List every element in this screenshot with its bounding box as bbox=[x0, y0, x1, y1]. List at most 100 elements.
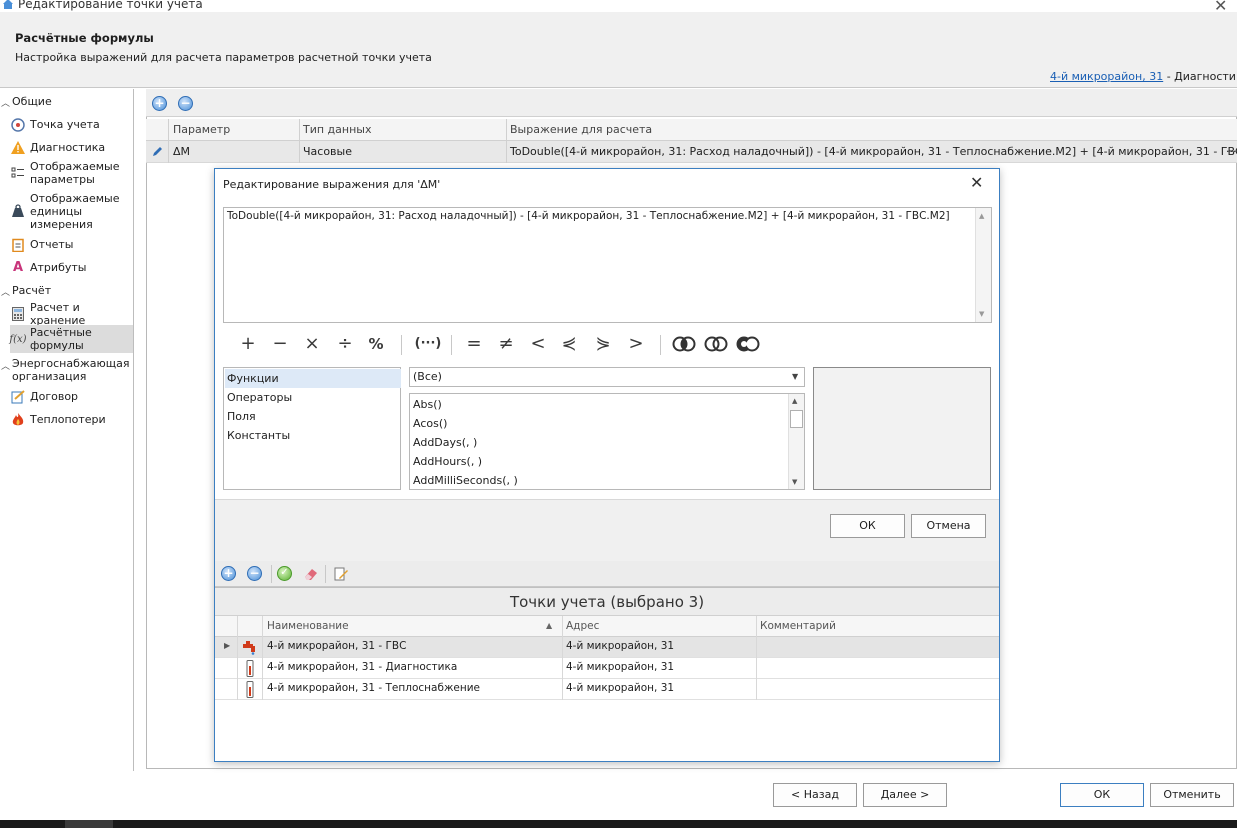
points-grid-header: Наименование ▲ Адрес Комментарий bbox=[215, 616, 999, 637]
expand-arrow-icon[interactable]: ▶ bbox=[224, 641, 230, 650]
less-than-operator-button[interactable]: < bbox=[525, 331, 551, 357]
close-icon[interactable]: ✕ bbox=[970, 173, 983, 192]
table-row[interactable]: ▶ 4-й микрорайон, 31 - ГВС 4-й микрорайо… bbox=[215, 637, 999, 658]
greater-or-equal-operator-button[interactable]: ⋟ bbox=[590, 331, 616, 357]
column-header-address[interactable]: Адрес bbox=[566, 620, 599, 632]
table-row[interactable]: 4-й микрорайон, 31 - Теплоснабжение 4-й … bbox=[215, 679, 999, 700]
point-name: 4-й микрорайон, 31 - ГВС bbox=[267, 640, 407, 652]
sidebar-item-heat-loss[interactable]: Теплопотери bbox=[10, 411, 133, 428]
home-icon bbox=[3, 0, 13, 9]
add-formula-button[interactable]: + bbox=[152, 96, 167, 111]
add-point-button[interactable]: + bbox=[221, 566, 236, 581]
breadcrumb-link[interactable]: 4-й микрорайон, 31 bbox=[1050, 70, 1163, 83]
expression-scrollbar[interactable]: ▲ ▼ bbox=[975, 208, 991, 322]
remove-formula-button[interactable]: − bbox=[178, 96, 193, 111]
minus-operator-button[interactable]: − bbox=[267, 331, 293, 357]
expression-editor[interactable]: ToDouble([4-й микрорайон, 31: Расход нал… bbox=[223, 207, 992, 323]
taskbar-item[interactable] bbox=[65, 820, 113, 828]
column-header-param[interactable]: Параметр bbox=[173, 123, 230, 136]
sidebar-item-contract[interactable]: Договор bbox=[10, 388, 133, 405]
back-button[interactable]: < Назад bbox=[773, 783, 857, 807]
window-title: Редактирование точки учета bbox=[18, 0, 203, 11]
sidebar-group-supplier[interactable]: Энергоснабжающая организация bbox=[12, 357, 132, 383]
scroll-thumb[interactable] bbox=[790, 410, 803, 428]
column-header-comment[interactable]: Комментарий bbox=[760, 620, 836, 632]
chevron-up-icon[interactable]: ︿ bbox=[1, 359, 10, 372]
eraser-icon[interactable] bbox=[303, 566, 319, 582]
multiply-operator-button[interactable]: × bbox=[299, 331, 325, 357]
function-item[interactable]: AddDays(, ) bbox=[413, 436, 477, 449]
sidebar-item-point[interactable]: Точка учета bbox=[10, 116, 133, 133]
function-filter-value: (Все) bbox=[413, 370, 442, 383]
ellipsis-button[interactable]: ··· bbox=[1226, 145, 1237, 158]
sidebar-item-formulas[interactable]: f(x) Расчётные формулы bbox=[9, 325, 133, 353]
clipboard-icon bbox=[10, 237, 26, 253]
scroll-down-icon[interactable]: ▼ bbox=[979, 310, 984, 318]
or-operator-icon[interactable] bbox=[704, 336, 728, 352]
category-functions[interactable]: Функции bbox=[225, 369, 401, 388]
remove-point-button[interactable]: − bbox=[247, 566, 262, 581]
taskbar bbox=[0, 820, 1237, 828]
pencil-icon bbox=[153, 147, 162, 156]
greater-than-operator-button[interactable]: > bbox=[623, 331, 649, 357]
calculator-icon bbox=[10, 306, 26, 322]
function-filter-select[interactable]: (Все) ▼ bbox=[409, 367, 805, 387]
function-item[interactable]: AddHours(, ) bbox=[413, 455, 482, 468]
function-item[interactable]: Acos() bbox=[413, 417, 447, 430]
table-row[interactable]: 4-й микрорайон, 31 - Диагностика 4-й мик… bbox=[215, 658, 999, 679]
sidebar-item-calc-storage[interactable]: Расчет и хранение bbox=[10, 301, 133, 327]
sidebar-item-label: Расчётные формулы bbox=[30, 326, 92, 352]
row-param: ΔM bbox=[173, 145, 191, 158]
dialog-footer: ОК Отмена bbox=[215, 499, 999, 561]
dialog-title: Редактирование выражения для 'ΔM' bbox=[223, 178, 441, 191]
less-or-equal-operator-button[interactable]: ⋞ bbox=[556, 331, 582, 357]
not-equals-operator-button[interactable]: ≠ bbox=[493, 331, 519, 357]
edit-document-icon[interactable] bbox=[333, 566, 349, 582]
sidebar-group-general[interactable]: Общие bbox=[12, 95, 52, 108]
scroll-down-icon[interactable]: ▼ bbox=[792, 478, 797, 486]
expression-text: ToDouble([4-й микрорайон, 31: Расход нал… bbox=[227, 210, 950, 222]
points-caption: Точки учета (выбрано 3) bbox=[215, 588, 999, 616]
function-list-scrollbar[interactable]: ▲ ▼ bbox=[788, 394, 804, 489]
sidebar-item-diagnostics[interactable]: Диагностика bbox=[10, 139, 133, 156]
function-item[interactable]: Abs() bbox=[413, 398, 442, 411]
checklist-icon bbox=[10, 165, 26, 181]
sidebar-group-calc[interactable]: Расчёт bbox=[12, 284, 51, 297]
chevron-up-icon[interactable]: ︿ bbox=[1, 96, 10, 109]
equals-operator-button[interactable]: = bbox=[461, 331, 487, 357]
category-fields[interactable]: Поля bbox=[225, 407, 401, 426]
parentheses-button[interactable]: (···) bbox=[413, 331, 443, 357]
dialog-ok-button[interactable]: ОК bbox=[830, 514, 905, 538]
check-icon[interactable]: ✓ bbox=[277, 566, 292, 581]
sidebar-item-label: Отображаемые параметры bbox=[30, 160, 120, 186]
chevron-up-icon[interactable]: ︿ bbox=[1, 285, 10, 298]
sidebar-item-reports[interactable]: Отчеты bbox=[10, 236, 133, 253]
expression-dialog: Редактирование выражения для 'ΔM' ✕ ToDo… bbox=[214, 168, 1000, 762]
chevron-down-icon: ▼ bbox=[792, 372, 799, 381]
sidebar-item-params[interactable]: Отображаемые параметры bbox=[10, 160, 133, 186]
not-operator-icon[interactable] bbox=[736, 336, 760, 352]
dialog-cancel-button[interactable]: Отмена bbox=[911, 514, 986, 538]
category-constants[interactable]: Константы bbox=[225, 426, 401, 445]
sidebar-item-label: Отчеты bbox=[30, 238, 74, 251]
ok-button[interactable]: ОК bbox=[1060, 783, 1144, 807]
page-header: Расчётные формулы Настройка выражений дл… bbox=[0, 12, 1237, 88]
scroll-up-icon[interactable]: ▲ bbox=[979, 212, 984, 220]
sidebar-item-attributes[interactable]: A Атрибуты bbox=[10, 259, 133, 276]
row-expression: ToDouble([4-й микрорайон, 31: Расход нал… bbox=[510, 145, 1237, 158]
category-operators[interactable]: Операторы bbox=[225, 388, 401, 407]
function-item[interactable]: AddMilliSeconds(, ) bbox=[413, 474, 518, 487]
plus-operator-button[interactable]: + bbox=[235, 331, 261, 357]
formula-row[interactable]: ΔM Часовые ToDouble([4-й микрорайон, 31:… bbox=[146, 141, 1237, 163]
column-header-name[interactable]: Наименование bbox=[267, 620, 349, 632]
hot-water-tap-icon bbox=[243, 641, 255, 655]
column-header-expression[interactable]: Выражение для расчета bbox=[510, 123, 652, 136]
scroll-up-icon[interactable]: ▲ bbox=[792, 397, 797, 405]
divide-operator-button[interactable]: ÷ bbox=[332, 331, 358, 357]
sidebar-item-units[interactable]: Отображаемые единицы измерения bbox=[10, 191, 133, 231]
modulo-operator-button[interactable]: % bbox=[363, 331, 389, 357]
column-header-type[interactable]: Тип данных bbox=[303, 123, 371, 136]
and-operator-icon[interactable] bbox=[672, 336, 696, 352]
cancel-button[interactable]: Отменить bbox=[1150, 783, 1234, 807]
next-button[interactable]: Далее > bbox=[863, 783, 947, 807]
